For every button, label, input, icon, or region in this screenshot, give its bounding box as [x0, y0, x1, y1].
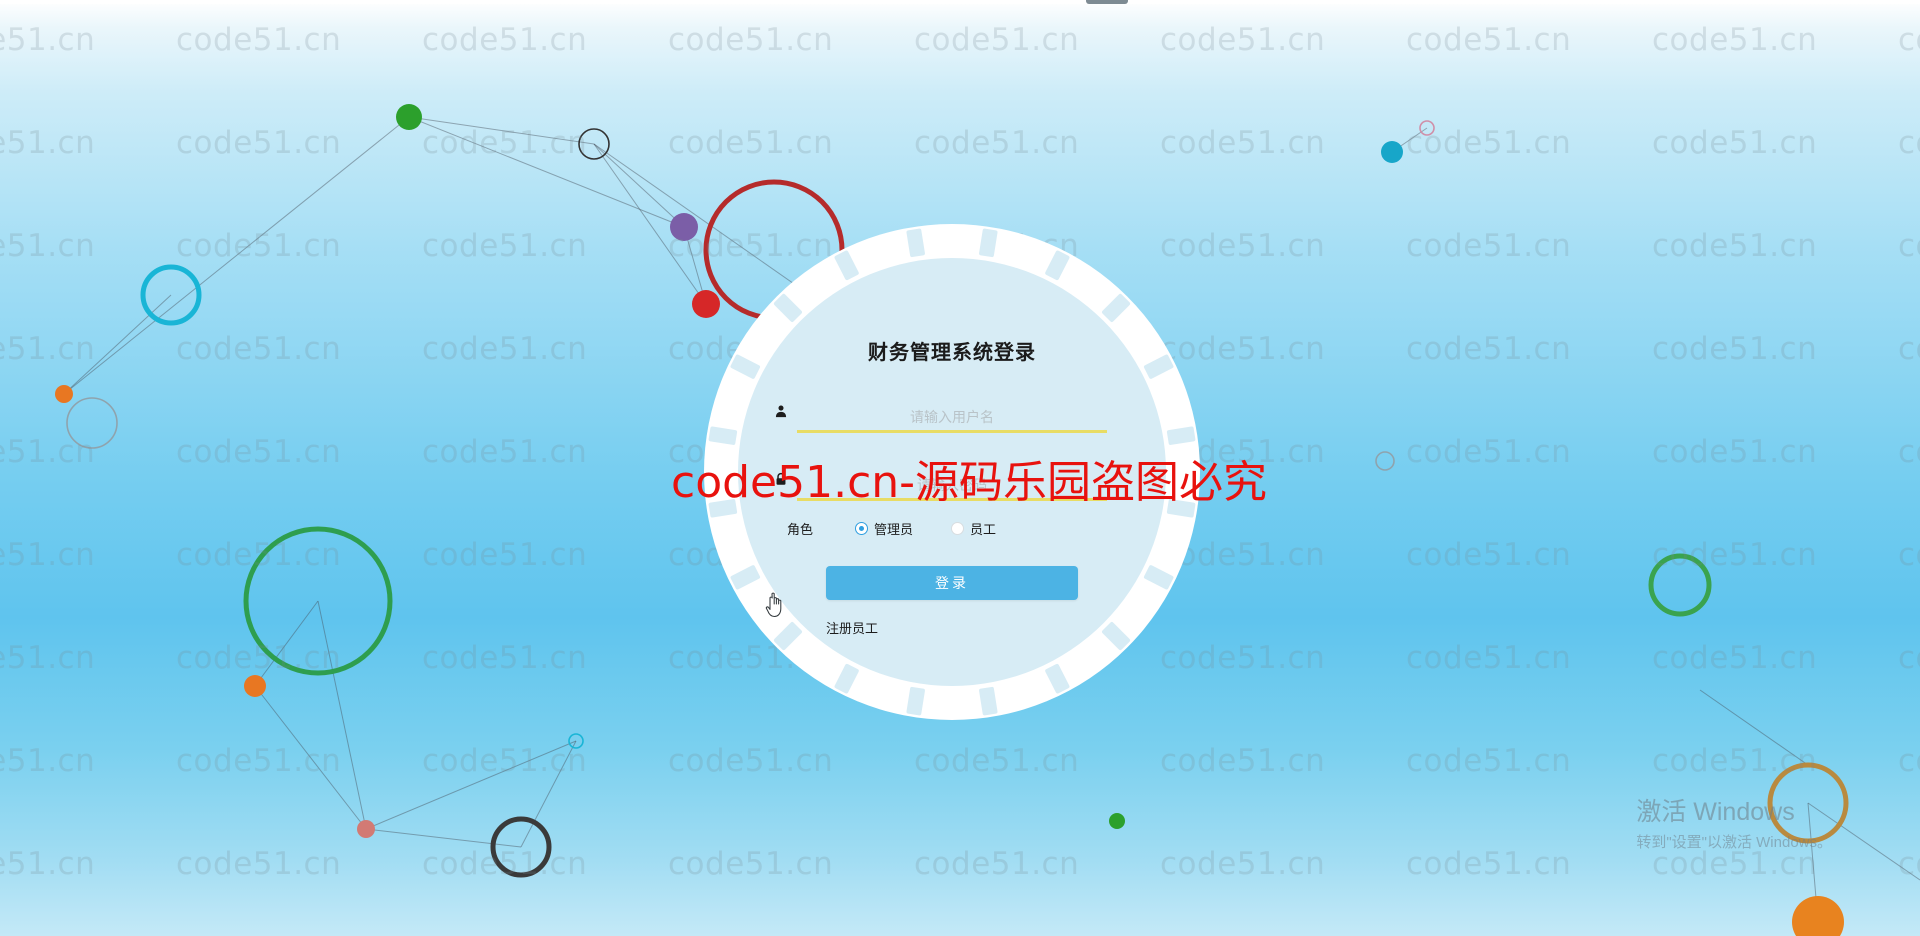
- role-option-admin-label: 管理员: [874, 522, 914, 537]
- particle-edge: [63, 294, 172, 395]
- node-orange-mid: [244, 675, 266, 697]
- node-orange-left: [55, 385, 73, 403]
- particle-edge: [1699, 689, 1809, 766]
- node-teal-right: [1381, 141, 1403, 163]
- mouse-cursor-pointer: [765, 592, 782, 618]
- role-selector: 角色 管理员 员工: [787, 519, 1117, 538]
- particle-edge: [520, 740, 577, 848]
- particle-edge: [408, 116, 685, 228]
- ring-grey-left: [66, 397, 118, 449]
- top-window-nub: [1086, 0, 1128, 4]
- radio-admin-icon[interactable]: [855, 522, 869, 535]
- node-green-top: [396, 104, 422, 130]
- ring-green-right: [1648, 553, 1712, 617]
- user-icon: [773, 403, 789, 419]
- ring-grey-right: [1375, 451, 1395, 471]
- particle-edge: [63, 116, 410, 395]
- node-rose: [357, 820, 375, 838]
- particle-edge: [317, 600, 367, 830]
- role-option-staff[interactable]: 员工: [951, 519, 996, 538]
- node-orange-corner: [1792, 896, 1844, 936]
- red-theft-watermark: code51.cn-源码乐园盗图必究: [671, 457, 1268, 508]
- username-input[interactable]: [797, 407, 1107, 433]
- page-title: 财务管理系统登录: [868, 342, 1036, 364]
- register-staff-link[interactable]: 注册员工: [826, 618, 878, 637]
- particle-edge: [408, 116, 595, 145]
- particle-edge: [593, 143, 685, 228]
- particle-edge: [1807, 802, 1920, 881]
- particle-edge: [365, 740, 577, 830]
- role-label: 角色: [787, 522, 814, 537]
- username-field-row: [775, 387, 1107, 433]
- role-option-admin[interactable]: 管理员: [855, 519, 913, 538]
- node-green-bottom: [1109, 813, 1125, 829]
- login-button[interactable]: 登录: [826, 566, 1078, 600]
- login-page: code51.cncode51.cncode51.cncode51.cncode…: [0, 0, 1920, 936]
- particle-edge: [254, 685, 367, 830]
- top-white-strip: [0, 0, 1920, 4]
- role-option-staff-label: 员工: [970, 522, 997, 537]
- radio-staff-icon[interactable]: [951, 522, 965, 535]
